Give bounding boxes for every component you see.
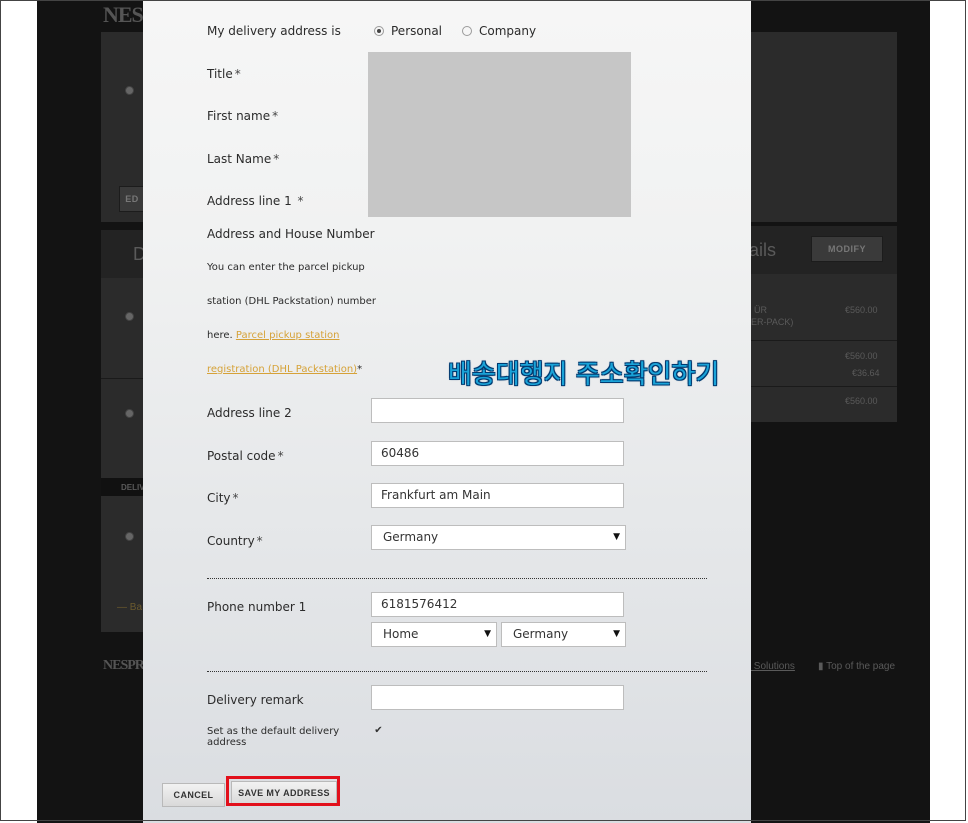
screenshot-border	[0, 0, 966, 821]
